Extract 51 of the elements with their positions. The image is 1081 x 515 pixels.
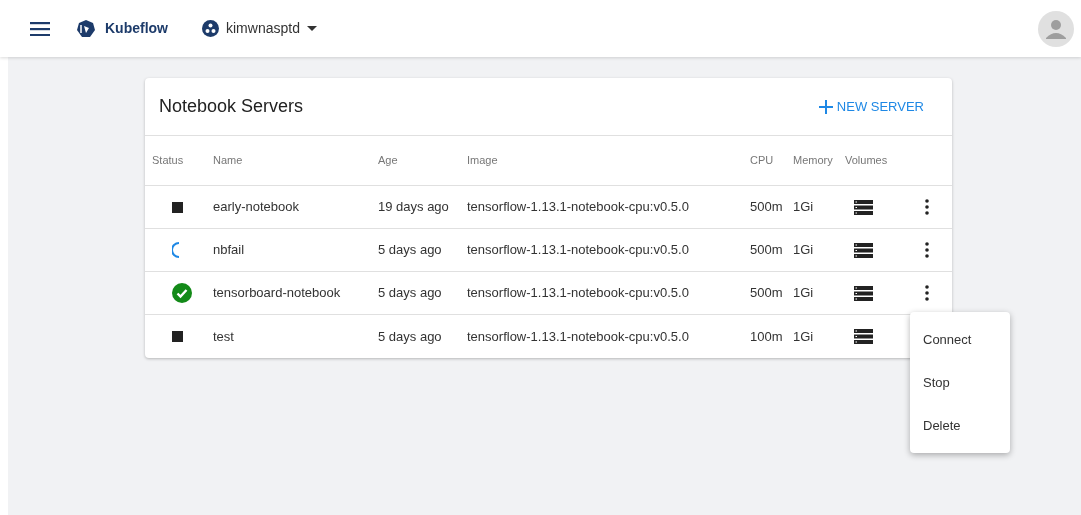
app-title: Kubeflow bbox=[105, 19, 168, 38]
logo-icon bbox=[76, 18, 96, 39]
image-cell-text: tensorflow-1.13.1-notebook-cpu:v0.5.0 bbox=[467, 198, 690, 217]
age-cell-text: 5 days ago bbox=[378, 241, 443, 260]
more-icon[interactable] bbox=[925, 285, 929, 301]
check-circle-icon bbox=[172, 283, 192, 303]
cpu-cell-text: 500m bbox=[750, 284, 784, 303]
image-cell-text: tensorflow-1.13.1-notebook-cpu:v0.5.0 bbox=[467, 241, 690, 260]
column-header: Image bbox=[467, 153, 499, 169]
storage-icon[interactable] bbox=[854, 199, 873, 215]
memory-cell-text: 1Gi bbox=[793, 284, 815, 303]
menu-item[interactable]: Delete bbox=[910, 404, 1010, 447]
memory-cell-text: 1Gi bbox=[793, 241, 815, 260]
namespace-selector[interactable]: kimwnasptd bbox=[202, 18, 317, 39]
menu-item[interactable]: Stop bbox=[910, 361, 1010, 404]
menu-item[interactable]: Connect bbox=[910, 318, 1010, 361]
storage-icon[interactable] bbox=[854, 329, 873, 344]
cpu-cell-text: 100m bbox=[750, 327, 784, 346]
menu-icon[interactable] bbox=[30, 21, 50, 36]
column-header: Volumes bbox=[845, 153, 889, 169]
more-icon[interactable] bbox=[925, 242, 929, 258]
column-header: CPU bbox=[750, 153, 775, 169]
cpu-cell-text: 500m bbox=[750, 241, 784, 260]
column-header: Age bbox=[378, 153, 399, 169]
caret-icon bbox=[306, 26, 317, 31]
memory-cell-text: 1Gi bbox=[793, 327, 815, 346]
card-title: Notebook Servers bbox=[159, 95, 304, 118]
notebook-name: test bbox=[213, 327, 235, 346]
age-cell-text: 5 days ago bbox=[378, 284, 443, 303]
notebook-name: early-notebook bbox=[213, 198, 300, 217]
age-cell-text: 19 days ago bbox=[378, 198, 450, 217]
stop-icon bbox=[172, 331, 183, 342]
namespace-icon bbox=[202, 20, 219, 37]
column-header: Memory bbox=[793, 153, 834, 169]
spinner-icon bbox=[172, 242, 180, 258]
stop-icon bbox=[172, 201, 183, 213]
notebook-name: nbfail bbox=[213, 241, 246, 260]
more-icon[interactable] bbox=[925, 199, 929, 215]
notebook-name: tensorboard-notebook bbox=[213, 284, 342, 303]
cpu-cell-text: 500m bbox=[750, 198, 784, 217]
storage-icon[interactable] bbox=[854, 242, 873, 258]
memory-cell-text: 1Gi bbox=[793, 198, 815, 217]
age-cell-text: 5 days ago bbox=[378, 327, 443, 346]
image-cell-text: tensorflow-1.13.1-notebook-cpu:v0.5.0 bbox=[467, 327, 690, 346]
column-header: Name bbox=[213, 153, 244, 169]
image-cell-text: tensorflow-1.13.1-notebook-cpu:v0.5.0 bbox=[467, 284, 690, 303]
plus-icon bbox=[818, 99, 833, 114]
storage-icon[interactable] bbox=[854, 285, 873, 301]
new-server-button[interactable]: NEW SERVER bbox=[810, 92, 932, 121]
column-header: Status bbox=[152, 153, 185, 169]
avatar-icon[interactable] bbox=[1038, 10, 1074, 47]
